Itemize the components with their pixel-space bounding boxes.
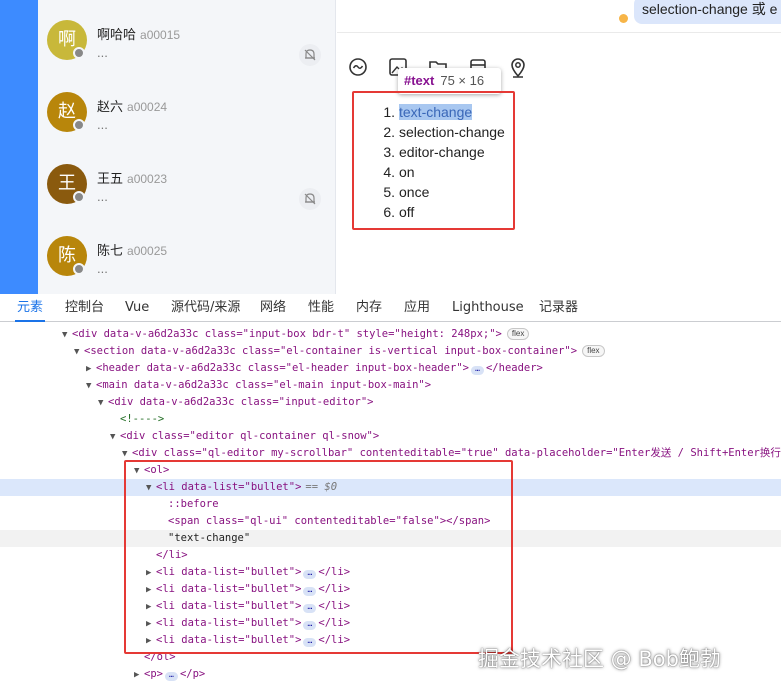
node-markup: <header data-v-a6d2a33c class="el-header… xyxy=(96,362,469,374)
contact-id: a00024 xyxy=(127,100,168,114)
contact-preview: ... xyxy=(97,117,108,132)
dom-node[interactable]: ▼ <div data-v-a6d2a33c class="input-box b… xyxy=(0,326,781,343)
contact-preview: ... xyxy=(97,261,108,276)
contact-id: a00015 xyxy=(140,28,181,42)
comment-node: <!----> xyxy=(120,413,165,425)
contact-item[interactable]: 赵 赵六 a00024 ... xyxy=(38,72,336,144)
node-close-tag: </p> xyxy=(179,668,206,680)
contact-name-row: 陈七 a00025 xyxy=(97,240,167,259)
dom-node[interactable]: ▶ <header data-v-a6d2a33c class="el-heade… xyxy=(0,360,781,377)
status-dot xyxy=(73,119,85,131)
tab-network[interactable]: 网络 xyxy=(260,294,286,322)
screen: 啊 啊哈哈 a00015 ... 赵 赵六 a00024 ... 王 王五 a0002… xyxy=(0,0,781,692)
tab-lighthouse[interactable]: Lighthouse xyxy=(452,294,524,322)
tooltip-node-name: #text xyxy=(404,73,435,88)
dom-node[interactable]: ▼ <section data-v-a6d2a33c class="el-cont… xyxy=(0,343,781,360)
node-markup: <div data-v-a6d2a33c class="input-editor… xyxy=(108,396,374,408)
divider xyxy=(337,32,781,33)
message-bubble: selection-change 或 e xyxy=(634,0,781,24)
contact-id: a00023 xyxy=(127,172,168,186)
dom-node[interactable]: ▼ <div class="editor ql-container ql-snow… xyxy=(0,428,781,445)
collapsed-ellipsis[interactable]: … xyxy=(164,671,178,681)
dom-node[interactable]: <!----> xyxy=(0,411,781,428)
flex-badge[interactable]: flex xyxy=(506,328,530,340)
devtools-tabbar: 元素 控制台 Vue 源代码/来源 网络 性能 内存 应用 Lighthouse… xyxy=(0,294,781,322)
dom-node[interactable]: ▼ <div data-v-a6d2a33c class="input-edito… xyxy=(0,394,781,411)
tooltip-node-size: 75 × 16 xyxy=(440,73,485,88)
contact-preview: ... xyxy=(97,189,108,204)
contact-name-row: 啊哈哈 a00015 xyxy=(97,24,180,43)
contact-name: 王五 xyxy=(97,172,124,187)
emoji-icon[interactable] xyxy=(347,56,369,78)
mute-bell-icon[interactable] xyxy=(299,44,321,66)
annotation-highlight-box xyxy=(352,91,515,230)
sidebar-strip xyxy=(0,0,38,294)
node-markup: <div data-v-a6d2a33c class="input-box bd… xyxy=(72,328,502,340)
node-markup: <div class="ql-editor my-scrollbar" cont… xyxy=(132,447,781,459)
contact-name-row: 赵六 a00024 xyxy=(97,96,167,115)
flex-badge[interactable]: flex xyxy=(582,345,605,357)
node-markup: <main data-v-a6d2a33c class="el-main inp… xyxy=(96,379,432,391)
app-area: 啊 啊哈哈 a00015 ... 赵 赵六 a00024 ... 王 王五 a0002… xyxy=(0,0,781,294)
status-dot xyxy=(73,191,85,203)
node-markup: <section data-v-a6d2a33c class="el-conta… xyxy=(84,345,578,357)
contact-item[interactable]: 陈 陈七 a00025 ... xyxy=(38,216,336,288)
tab-vue[interactable]: Vue xyxy=(125,294,149,322)
dom-node[interactable]: ▼ <main data-v-a6d2a33c class="el-main in… xyxy=(0,377,781,394)
tab-console[interactable]: 控制台 xyxy=(65,294,104,322)
mute-bell-icon[interactable] xyxy=(299,188,321,210)
location-icon[interactable] xyxy=(507,56,529,78)
contact-name: 陈七 xyxy=(97,244,124,259)
message-status-dot xyxy=(619,14,628,23)
tab-elements[interactable]: 元素 xyxy=(14,294,46,322)
contact-name-row: 王五 a00023 xyxy=(97,168,167,187)
contact-item[interactable]: 王 王五 a00023 ... xyxy=(38,144,336,216)
status-dot xyxy=(73,47,85,59)
watermark: 掘金技术社区 @ Bob鲍勃 xyxy=(478,647,721,671)
contact-name: 赵六 xyxy=(97,100,124,115)
collapsed-ellipsis[interactable]: … xyxy=(470,365,484,375)
annotation-highlight-box xyxy=(124,460,513,654)
contact-id: a00025 xyxy=(127,244,168,258)
contact-item[interactable]: 啊 啊哈哈 a00015 ... xyxy=(38,0,336,72)
status-dot xyxy=(73,263,85,275)
node-markup: <div class="editor ql-container ql-snow"… xyxy=(120,430,380,442)
node-close-tag: </header> xyxy=(485,362,543,374)
contact-list: 啊 啊哈哈 a00015 ... 赵 赵六 a00024 ... 王 王五 a0002… xyxy=(38,0,336,294)
tab-performance[interactable]: 性能 xyxy=(308,294,334,322)
tab-application[interactable]: 应用 xyxy=(404,294,430,322)
contact-preview: ... xyxy=(97,45,108,60)
tab-recorder[interactable]: 记录器 xyxy=(539,294,578,322)
tab-memory[interactable]: 内存 xyxy=(356,294,382,322)
tab-sources[interactable]: 源代码/来源 xyxy=(171,294,240,322)
contact-name: 啊哈哈 xyxy=(97,28,137,43)
node-markup: <p> xyxy=(144,668,163,680)
